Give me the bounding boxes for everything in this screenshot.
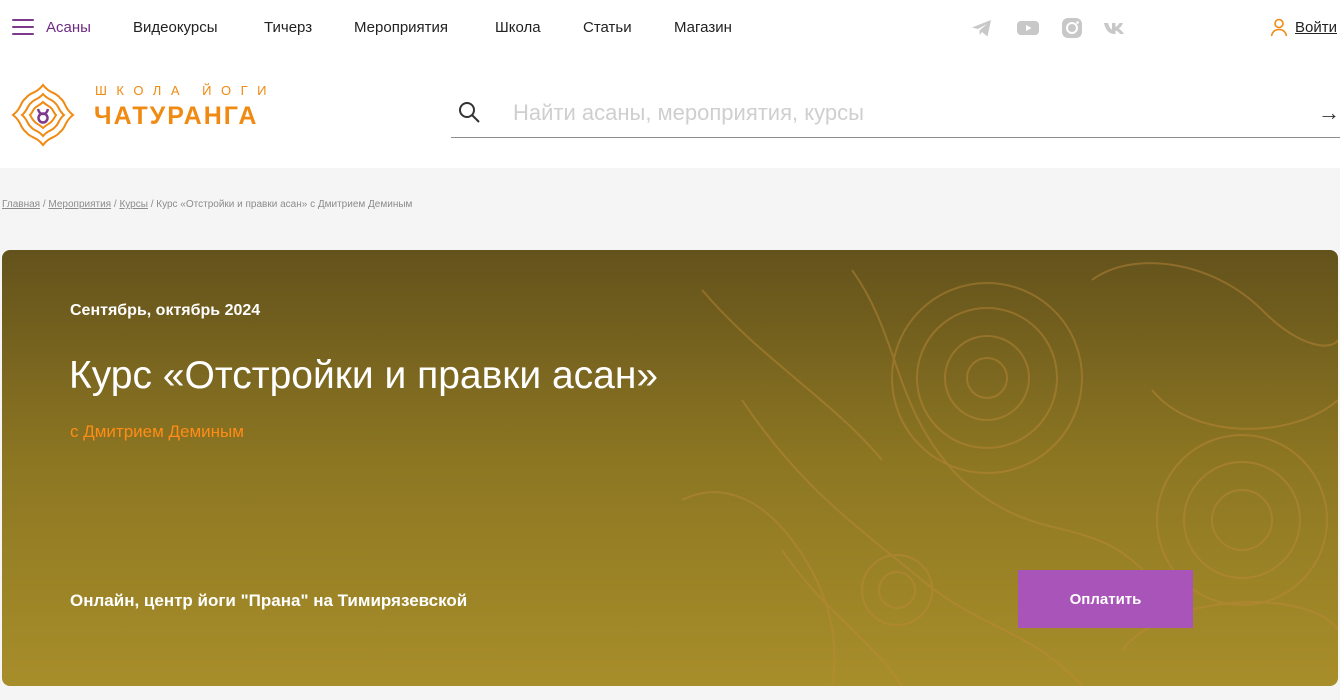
- breadcrumb: Главная / Мероприятия / Курсы / Курс «От…: [2, 199, 412, 210]
- breadcrumb-events[interactable]: Мероприятия: [48, 199, 111, 210]
- site-header: ШКОЛА ЙОГИ ЧАТУРАНГА →: [0, 56, 1340, 168]
- logo-subtitle: ШКОЛА ЙОГИ: [95, 83, 276, 98]
- search-submit-arrow-icon[interactable]: →: [1318, 100, 1340, 126]
- breadcrumb-courses[interactable]: Курсы: [119, 199, 147, 210]
- login-link[interactable]: Войти: [1269, 17, 1337, 37]
- user-icon: [1270, 18, 1288, 37]
- menu-icon[interactable]: [12, 19, 34, 36]
- breadcrumb-home[interactable]: Главная: [2, 199, 40, 210]
- event-date: Сентябрь, октябрь 2024: [70, 302, 261, 319]
- search-bar: →: [451, 92, 1340, 138]
- login-label: Войти: [1295, 18, 1337, 36]
- event-hero-banner: Сентябрь, октябрь 2024 Курс «Отстройки и…: [2, 250, 1338, 686]
- nav-item-events[interactable]: Мероприятия: [354, 19, 448, 36]
- nav-item-shop[interactable]: Магазин: [674, 19, 732, 36]
- telegram-icon[interactable]: [970, 16, 994, 40]
- logo-title[interactable]: ЧАТУРАНГА: [94, 102, 258, 131]
- youtube-icon[interactable]: [1016, 16, 1040, 40]
- nav-item-teachers[interactable]: Тичерз: [264, 19, 312, 36]
- instagram-icon[interactable]: [1060, 16, 1084, 40]
- event-location: Онлайн, центр йоги "Прана" на Тимирязевс…: [70, 591, 468, 610]
- nav-item-asanas[interactable]: Асаны: [46, 19, 91, 36]
- breadcrumb-current: Курс «Отстройки и правки асан» с Дмитрие…: [156, 199, 413, 210]
- vk-icon[interactable]: [1103, 16, 1127, 40]
- nav-item-school[interactable]: Школа: [495, 19, 541, 36]
- nav-item-articles[interactable]: Статьи: [583, 19, 632, 36]
- nav-item-videocourses[interactable]: Видеокурсы: [133, 19, 218, 36]
- search-icon[interactable]: [457, 100, 481, 124]
- event-title: Курс «Отстройки и правки асан»: [69, 354, 659, 397]
- search-input[interactable]: [513, 96, 1293, 130]
- chaturanga-logo-icon[interactable]: [10, 82, 76, 148]
- event-teacher: с Дмитрием Деминым: [70, 422, 244, 441]
- top-navigation: Асаны Видеокурсы Тичерз Мероприятия Школ…: [0, 0, 1340, 56]
- pay-button[interactable]: Оплатить: [1018, 570, 1193, 628]
